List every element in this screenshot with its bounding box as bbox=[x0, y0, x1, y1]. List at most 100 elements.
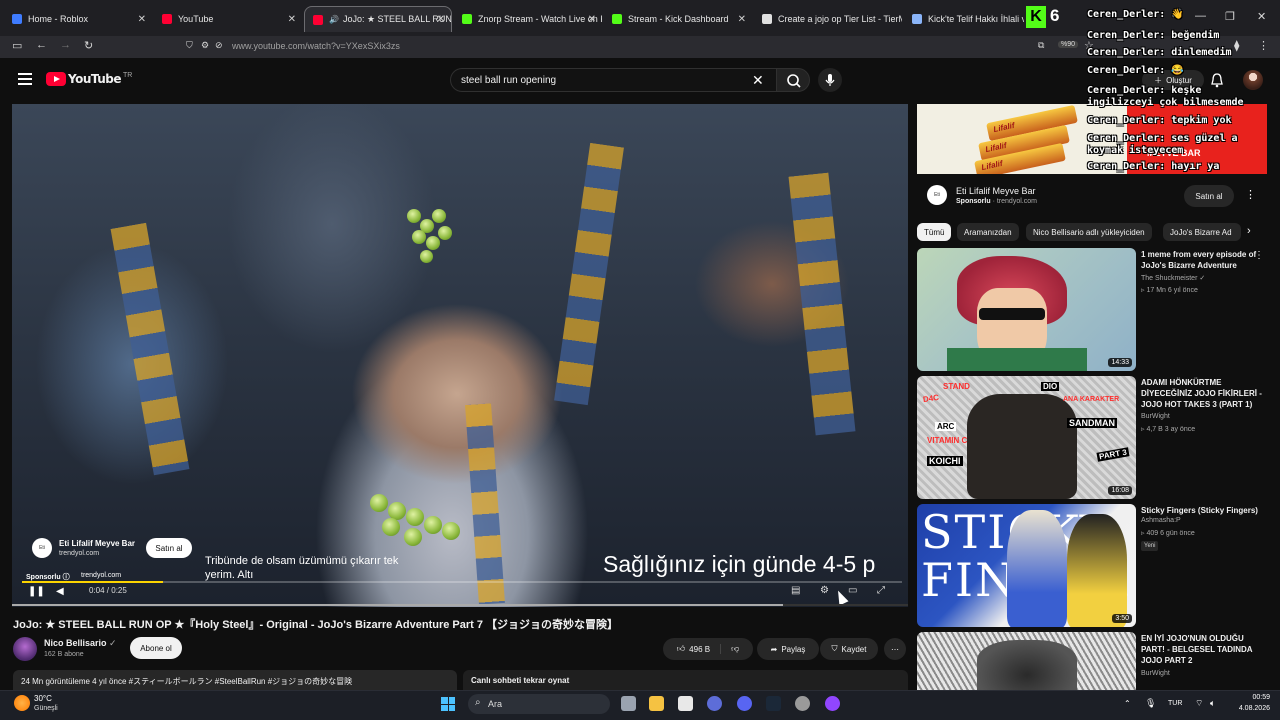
tab-tier-list[interactable]: Create a jojo op Tier List - TierM bbox=[754, 6, 902, 32]
browser-icon[interactable] bbox=[707, 696, 722, 711]
channel-name[interactable]: The Shuckmeister ✓ bbox=[1141, 274, 1205, 282]
clear-search-icon[interactable]: ✕ bbox=[752, 72, 764, 89]
ad-title[interactable]: Eti Lifalif Meyve Bar bbox=[59, 539, 135, 548]
subscribe-button[interactable]: Abone ol bbox=[130, 637, 182, 659]
pause-icon[interactable]: ❚❚ bbox=[28, 586, 45, 597]
volume-icon[interactable]: 🔈︎ bbox=[1210, 698, 1215, 709]
video-meta: ▹ 4,7 B 3 ay önce bbox=[1141, 426, 1196, 433]
fullscreen-icon[interactable]: ⤢ bbox=[877, 585, 885, 596]
video-progress-bar[interactable] bbox=[12, 604, 908, 606]
close-window-icon[interactable]: ✕ bbox=[1257, 10, 1266, 23]
more-vertical-icon[interactable]: ⋮ bbox=[1245, 188, 1256, 201]
account-avatar[interactable] bbox=[1243, 70, 1263, 90]
youtube-logo[interactable]: YouTube TR bbox=[46, 72, 132, 86]
theater-mode-icon[interactable]: ▭ bbox=[848, 585, 857, 596]
channel-name[interactable]: Nico Bellisario ✓ bbox=[44, 638, 117, 649]
tab-kick-dashboard[interactable]: Stream - Kick Dashboard ✕ bbox=[604, 6, 752, 32]
tab-jojo-video[interactable]: 🔊 JoJo: ★ STEEL BALL RUN O ✕ bbox=[304, 6, 452, 32]
channel-name[interactable]: BurWight bbox=[1141, 670, 1170, 677]
ad-domain: trendyol.com bbox=[59, 550, 100, 557]
maximize-icon[interactable]: ❐ bbox=[1225, 10, 1235, 23]
minimize-icon[interactable]: — bbox=[1195, 10, 1206, 22]
language-indicator[interactable]: TUR bbox=[1168, 700, 1182, 707]
captions-icon[interactable]: ▤ bbox=[791, 585, 800, 596]
video-title[interactable]: EN İYİ JOJO'NUN OLDUĞU PART! - BELGESEL … bbox=[1141, 633, 1269, 666]
taskbar-search[interactable]: ⌕ Ara bbox=[468, 694, 610, 714]
live-icon: ▹ bbox=[1141, 287, 1145, 294]
video-title[interactable]: 1 meme from every episode of JoJo's Biza… bbox=[1141, 249, 1269, 271]
tab-kick-copyright[interactable]: Kick'te Telif Hakkı İhlali ve R bbox=[904, 6, 1024, 32]
clock-time[interactable]: 00:59 bbox=[1232, 694, 1270, 701]
chevron-right-icon[interactable]: › bbox=[1247, 225, 1251, 237]
sidebar-ad-buy-button[interactable]: Satın al bbox=[1184, 185, 1234, 207]
settings-gear-icon[interactable]: ⚙ bbox=[820, 585, 829, 596]
search-button[interactable] bbox=[776, 68, 810, 92]
ad-buy-button[interactable]: Satın al bbox=[146, 538, 192, 558]
video-thumbnail[interactable]: D4C STAND DIO ANA KARAKTER ARC SANDMAN V… bbox=[917, 376, 1136, 499]
task-view-icon[interactable] bbox=[621, 696, 636, 711]
address-bar[interactable]: www.youtube.com/watch?v=YXexSXix3zs bbox=[178, 37, 1078, 55]
share-icon: ➦ bbox=[770, 644, 778, 654]
microphone-icon[interactable]: 🎙︎ bbox=[1145, 698, 1156, 709]
close-icon[interactable]: ✕ bbox=[138, 14, 146, 25]
channel-name[interactable]: BurWight bbox=[1141, 413, 1170, 420]
close-icon[interactable]: ✕ bbox=[437, 14, 445, 25]
channel-name[interactable]: Ashmasha:P bbox=[1141, 517, 1181, 524]
twitch-icon[interactable] bbox=[825, 696, 840, 711]
sponsor-domain[interactable]: trendyol.com bbox=[81, 572, 121, 579]
chip-from-search[interactable]: Aramanızdan bbox=[957, 223, 1019, 241]
reload-icon[interactable]: ↻ bbox=[84, 39, 93, 52]
close-icon[interactable]: ✕ bbox=[288, 14, 296, 25]
chat-message: koymak isteyecem bbox=[1087, 145, 1184, 156]
video-thumbnail[interactable]: STICKY FINGERS 3:50 bbox=[917, 504, 1136, 627]
hamburger-menu-icon[interactable] bbox=[18, 73, 32, 85]
tab-youtube[interactable]: YouTube ✕ bbox=[154, 6, 302, 32]
like-button[interactable]: 👍︎ 496 B bbox=[677, 644, 722, 654]
chevron-up-icon[interactable]: ⌃ bbox=[1124, 699, 1131, 708]
windows-start-icon[interactable] bbox=[441, 697, 455, 711]
tab-roblox[interactable]: Home - Roblox ✕ bbox=[4, 6, 152, 32]
dislike-button[interactable]: 👎︎ bbox=[725, 644, 739, 654]
video-thumbnail[interactable] bbox=[917, 632, 1136, 690]
search-input[interactable]: steel ball run opening bbox=[450, 68, 776, 92]
sidebar-ad-title[interactable]: Eti Lifalif Meyve Bar bbox=[956, 186, 1036, 196]
sidebar-toggle-icon[interactable]: ▭ bbox=[12, 39, 22, 52]
volume-icon[interactable]: ◀ bbox=[56, 586, 64, 597]
more-vertical-icon[interactable]: ⋮ bbox=[1254, 250, 1264, 261]
microsoft-store-icon[interactable] bbox=[678, 696, 693, 711]
more-actions-button[interactable]: ⋯ bbox=[884, 638, 906, 660]
voice-search-button[interactable] bbox=[818, 68, 842, 92]
chip-jojo[interactable]: JoJo's Bizarre Ad bbox=[1163, 223, 1241, 241]
save-button[interactable]: ⛉ Kaydet bbox=[820, 638, 878, 660]
close-icon[interactable]: ✕ bbox=[738, 14, 746, 25]
chat-replay-header[interactable]: Canlı sohbeti tekrar oynat bbox=[463, 670, 908, 690]
taskbar-search-label: Ara bbox=[488, 699, 503, 709]
weather-temperature[interactable]: 30°C bbox=[34, 694, 52, 703]
ad-progress-bar[interactable] bbox=[22, 581, 902, 583]
close-icon[interactable]: ✕ bbox=[588, 14, 596, 25]
clock-date[interactable]: 4.08.2026 bbox=[1224, 705, 1270, 712]
tab-znorp-stream[interactable]: Znorp Stream - Watch Live on K ✕ bbox=[454, 6, 602, 32]
file-explorer-icon[interactable] bbox=[649, 696, 664, 711]
channel-avatar[interactable] bbox=[13, 637, 37, 661]
github-icon[interactable] bbox=[795, 696, 810, 711]
extensions-icon[interactable]: ⧫ bbox=[1234, 39, 1239, 52]
chip-all[interactable]: Tümü bbox=[917, 223, 952, 241]
notifications-bell-icon[interactable] bbox=[1210, 72, 1224, 88]
video-title[interactable]: Sticky Fingers (Sticky Fingers) bbox=[1141, 505, 1269, 516]
weather-sun-icon[interactable] bbox=[14, 695, 30, 711]
discord-icon[interactable] bbox=[737, 696, 752, 711]
forward-icon[interactable]: → bbox=[60, 39, 71, 51]
description-box[interactable]: 24 Mn görüntüleme 4 yıl önce #スティールボールラン… bbox=[13, 670, 457, 690]
steam-icon[interactable] bbox=[766, 696, 781, 711]
thumb-text: PART 3 bbox=[1096, 447, 1130, 462]
video-player[interactable] bbox=[12, 104, 908, 607]
video-thumbnail[interactable]: 14:33 bbox=[917, 248, 1136, 371]
chip-from-uploader[interactable]: Nico Bellisario adlı yükleyiciden bbox=[1026, 223, 1152, 241]
browser-menu-icon[interactable]: ⋮ bbox=[1258, 39, 1269, 52]
wifi-icon[interactable]: ⌔ bbox=[1195, 698, 1203, 709]
video-title[interactable]: ADAMI HÖNKÜRTME DİYECEĞİNİZ JOJO FİKİRLE… bbox=[1141, 377, 1269, 410]
back-icon[interactable]: ← bbox=[36, 39, 47, 51]
share-button[interactable]: ➦ Paylaş bbox=[757, 638, 819, 660]
ad-overlay[interactable]: Eti bbox=[32, 538, 52, 558]
